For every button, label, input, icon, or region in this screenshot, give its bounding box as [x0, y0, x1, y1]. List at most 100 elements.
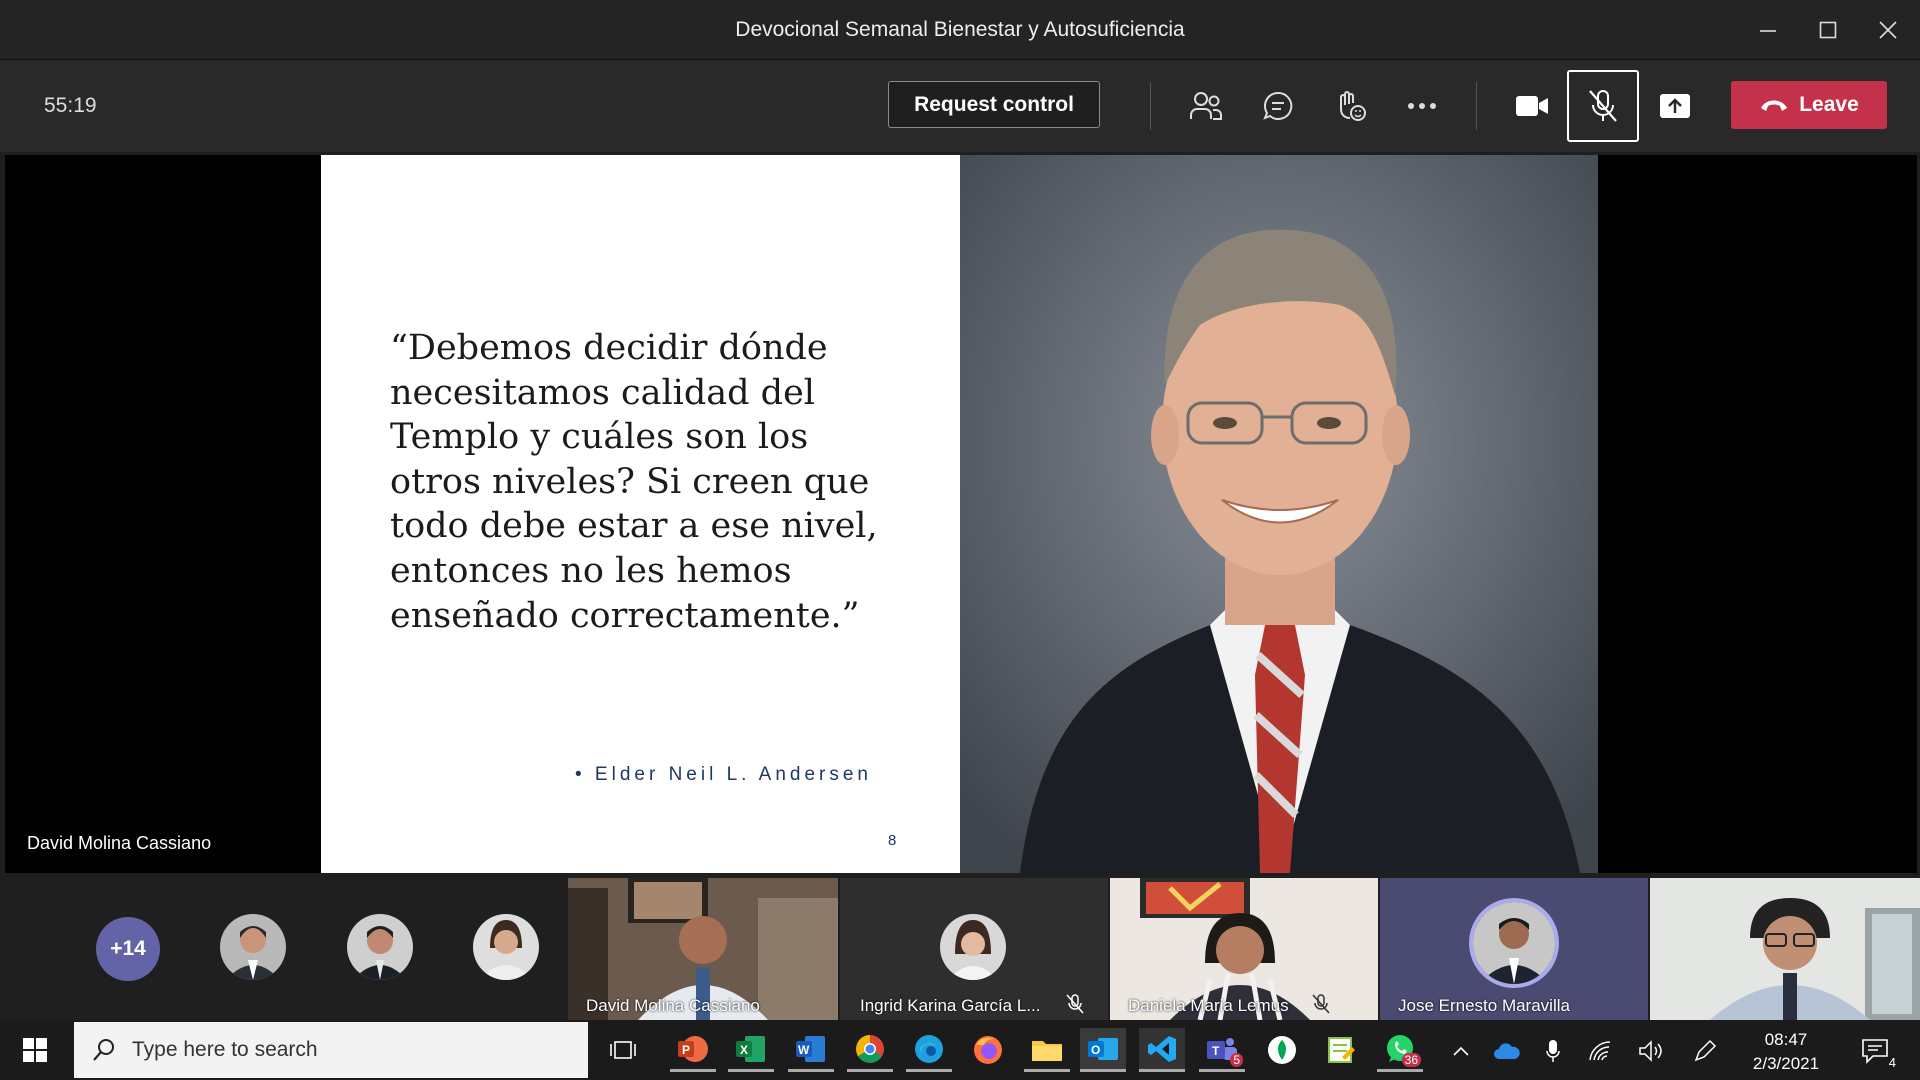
participant-tile[interactable]: Ingrid Karina García L... [840, 878, 1108, 1020]
maximize-icon [1819, 21, 1837, 39]
taskbar-file-explorer[interactable] [1024, 1028, 1070, 1072]
reactions-button[interactable] [1324, 80, 1376, 132]
vscode-icon [1148, 1035, 1176, 1062]
word-icon: W [796, 1035, 825, 1062]
folder-icon [1032, 1040, 1062, 1061]
more-participants-button[interactable]: +14 [96, 917, 160, 981]
taskbar-powerpoint[interactable]: P [670, 1028, 716, 1072]
meeting-toolbar: 55:19 Request control Leave [0, 60, 1920, 152]
participant-tile[interactable]: David Molina Cassiano [568, 878, 838, 1020]
participant-name: David Molina Cassiano [586, 996, 760, 1015]
speaker-portrait [960, 155, 1598, 873]
taskbar-app-notepad[interactable] [1318, 1028, 1364, 1072]
reactions-icon [1340, 91, 1366, 121]
request-control-button[interactable]: Request control [888, 81, 1100, 128]
participant-name: Jose Ernesto Maravilla [1398, 996, 1570, 1015]
search-placeholder: Type here to search [132, 1038, 318, 1061]
svg-text:T: T [1212, 1044, 1220, 1058]
people-icon [1190, 92, 1222, 120]
pen-icon [1694, 1039, 1717, 1062]
task-view-icon [610, 1041, 636, 1059]
search-icon [93, 1039, 114, 1061]
taskbar-whatsapp[interactable]: 36 [1377, 1028, 1423, 1072]
chat-button[interactable] [1252, 80, 1304, 132]
taskbar-firefox[interactable] [965, 1028, 1011, 1072]
taskbar-chrome[interactable] [847, 1028, 893, 1072]
microphone-icon [1546, 1040, 1560, 1062]
start-button[interactable] [12, 1032, 58, 1068]
pen-workspace-button[interactable] [1690, 1036, 1720, 1066]
taskbar-edge[interactable] [906, 1028, 952, 1072]
taskbar-word[interactable]: W [788, 1028, 834, 1072]
mic-toggle-button[interactable] [1567, 70, 1639, 142]
minimize-icon [1760, 30, 1776, 32]
edge-icon [915, 1034, 943, 1063]
svg-text:O: O [1091, 1043, 1100, 1057]
participants-strip: +14 David Molina Cassiano Ingrid Karina … [0, 875, 1920, 1020]
camera-icon [1516, 96, 1548, 116]
chrome-icon [856, 1034, 884, 1063]
excel-icon: X [736, 1035, 765, 1062]
share-icon [1660, 94, 1690, 118]
cloud-icon [1494, 1043, 1520, 1059]
windows-taskbar: Type here to search P X W O T 5 36 08:47… [0, 1020, 1920, 1080]
taskbar-teams[interactable]: T 5 [1199, 1028, 1245, 1072]
taskbar-excel[interactable]: X [728, 1028, 774, 1072]
clock-time: 08:47 [1764, 1030, 1808, 1049]
outlook-icon: O [1088, 1037, 1118, 1060]
participant-tile[interactable] [1650, 878, 1920, 1020]
close-icon [1879, 21, 1897, 39]
window-title: Devocional Semanal Bienestar y Autosufic… [735, 18, 1185, 41]
participant-name: Daniela Maria Lemus [1128, 996, 1289, 1015]
windows-logo-icon [23, 1038, 47, 1062]
notification-count: 4 [1888, 1055, 1896, 1070]
network-button[interactable] [1586, 1036, 1616, 1066]
minimize-button[interactable] [1746, 12, 1790, 48]
taskbar-search-box[interactable]: Type here to search [74, 1022, 588, 1078]
taskbar-app-green[interactable] [1259, 1028, 1305, 1072]
meeting-timer: 55:19 [44, 94, 97, 117]
show-hidden-icons-button[interactable] [1446, 1036, 1476, 1066]
participant-name: Ingrid Karina García L... [860, 996, 1041, 1015]
participant-avatar [940, 914, 1006, 980]
onedrive-button[interactable] [1492, 1036, 1522, 1066]
camera-button[interactable] [1506, 80, 1558, 132]
svg-text:W: W [798, 1043, 810, 1057]
participants-button[interactable] [1180, 80, 1232, 132]
microphone-tray-button[interactable] [1538, 1036, 1568, 1066]
chat-icon [1263, 91, 1293, 120]
teams-badge: 5 [1230, 1053, 1243, 1067]
participant-avatar[interactable] [347, 914, 413, 980]
firefox-icon [974, 1036, 1002, 1064]
svg-text:X: X [740, 1043, 748, 1057]
task-view-button[interactable] [600, 1028, 646, 1072]
speaker-icon [1639, 1040, 1662, 1062]
more-options-button[interactable] [1396, 80, 1448, 132]
leave-button[interactable]: Leave [1731, 81, 1887, 129]
svg-text:P: P [682, 1043, 690, 1057]
taskbar-vscode[interactable] [1139, 1028, 1185, 1072]
slide-author: • Elder Neil L. Andersen [575, 764, 872, 785]
taskbar-clock[interactable]: 08:47 2/3/2021 [1740, 1028, 1832, 1076]
slide-page-number: 8 [888, 832, 897, 849]
leave-label: Leave [1799, 93, 1859, 116]
share-button[interactable] [1649, 80, 1701, 132]
taskbar-outlook[interactable]: O [1080, 1028, 1126, 1072]
notifications-button[interactable]: 4 [1856, 1036, 1896, 1070]
maximize-button[interactable] [1806, 12, 1850, 48]
participant-tile[interactable]: Daniela Maria Lemus [1110, 878, 1378, 1020]
hang-up-icon [1761, 100, 1788, 111]
toolbar-divider [1476, 82, 1477, 130]
volume-button[interactable] [1636, 1036, 1666, 1066]
participant-avatar[interactable] [220, 914, 286, 980]
leaf-icon [1268, 1036, 1296, 1064]
whatsapp-badge: 36 [1401, 1053, 1421, 1067]
notepad-icon [1328, 1037, 1355, 1063]
more-icon [1408, 103, 1436, 109]
participant-tile[interactable]: Jose Ernesto Maravilla [1380, 878, 1648, 1020]
mic-off-icon [1312, 994, 1330, 1014]
mic-off-icon [1589, 90, 1617, 122]
wifi-icon [1589, 1041, 1611, 1061]
close-button[interactable] [1866, 12, 1910, 48]
participant-avatar[interactable] [473, 914, 539, 980]
